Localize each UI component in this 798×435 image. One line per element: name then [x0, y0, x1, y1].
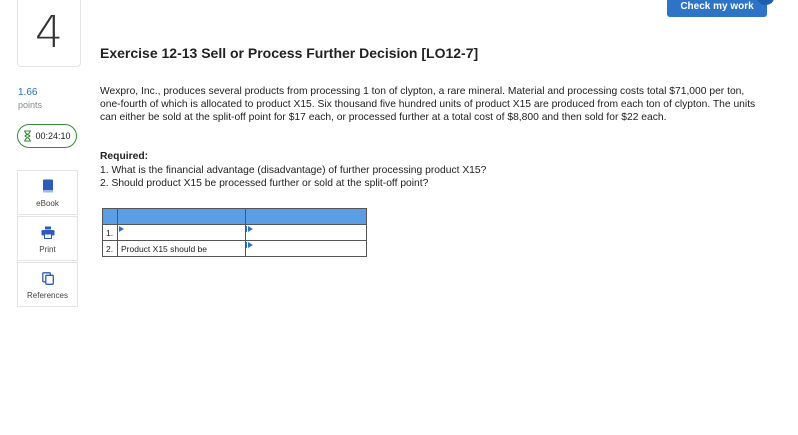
copy-icon: [41, 272, 54, 285]
answer-input-1-value[interactable]: [245, 224, 367, 241]
problem-text: Wexpro, Inc., produces several products …: [100, 86, 756, 123]
row-number: 1.: [102, 224, 118, 241]
input-marker-icon: [246, 242, 247, 248]
answer-table: 1. 2. Product X15 should be: [102, 208, 367, 257]
points-value: 1.66: [18, 87, 38, 98]
row-number: 2.: [102, 240, 118, 257]
question-number: 4: [35, 6, 63, 58]
table-row: 1.: [102, 224, 367, 241]
print-label: Print: [39, 245, 56, 254]
exercise-title: Exercise 12-13 Sell or Process Further D…: [100, 45, 479, 61]
printer-icon: [41, 226, 54, 239]
table-row: 2. Product X15 should be: [102, 240, 367, 257]
timer-value: 00:24:10: [35, 131, 71, 141]
input-marker-icon: [119, 226, 124, 232]
check-my-work-button[interactable]: Check my work: [667, 0, 767, 17]
answer-select-2[interactable]: [245, 240, 367, 257]
required-item-1: 1. What is the financial advantage (disa…: [100, 165, 487, 176]
ebook-label: eBook: [36, 199, 59, 208]
timer: 00:24:10: [17, 124, 77, 148]
points-label: points: [18, 100, 43, 110]
print-button[interactable]: Print: [17, 216, 78, 261]
row-label: Product X15 should be: [117, 240, 246, 257]
references-label: References: [27, 291, 68, 300]
ebook-button[interactable]: eBook: [17, 170, 78, 215]
question-number-box: 4: [17, 0, 81, 67]
input-marker-icon: [246, 226, 247, 232]
book-icon: [42, 179, 53, 193]
answer-table-header: [102, 208, 367, 225]
references-button[interactable]: References: [17, 262, 78, 307]
answer-input-1-label[interactable]: [117, 224, 246, 241]
required-heading: Required:: [100, 151, 149, 162]
required-item-2: 2. Should product X15 be processed furth…: [100, 178, 429, 189]
hourglass-icon: [24, 130, 32, 142]
